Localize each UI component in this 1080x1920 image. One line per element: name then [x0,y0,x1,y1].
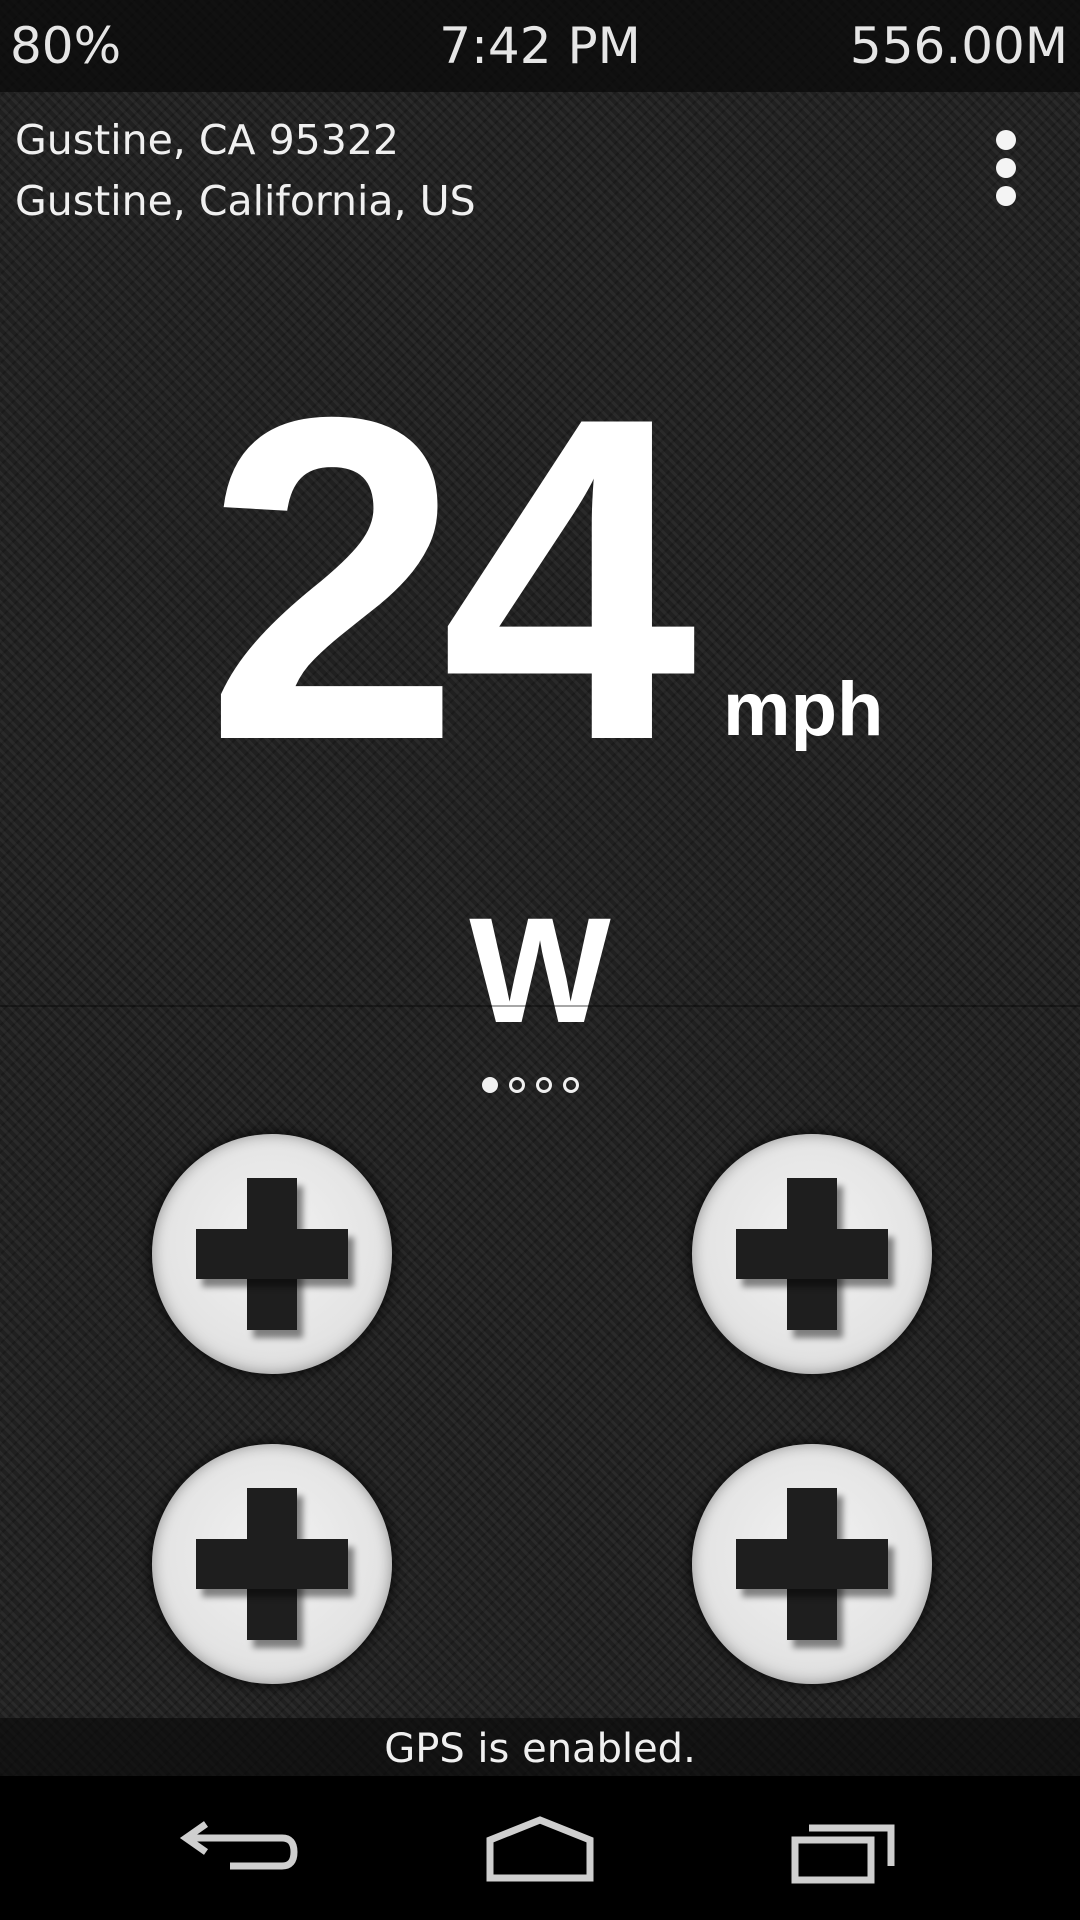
menu-dot [996,130,1016,150]
back-icon[interactable] [170,1798,310,1898]
navigation-bar [0,1776,1080,1920]
page-indicator [480,1075,600,1099]
gps-status-bar: GPS is enabled. [0,1718,1080,1776]
memory-usage: 556.00M [849,17,1068,75]
plus-icon-bar [736,1229,888,1279]
speedometer-screen: 80% 7:42 PM 556.00M Gustine, CA 95322 Gu… [0,0,1080,1920]
divider [0,1005,1080,1007]
overflow-menu-icon[interactable] [984,124,1028,220]
status-bar: 80% 7:42 PM 556.00M [0,0,1080,92]
heading-direction: W [469,886,611,1054]
location-info: Gustine, CA 95322 Gustine, California, U… [15,110,915,232]
page-dot [563,1077,579,1093]
speed-unit: mph [723,667,884,752]
menu-dot [996,158,1016,178]
location-line-1: Gustine, CA 95322 [15,116,399,164]
speed-value: 24 [205,323,697,836]
location-line-2: Gustine, California, US [15,177,476,225]
page-dot [536,1077,552,1093]
plus-icon-bar [196,1229,348,1279]
gps-status-text: GPS is enabled. [384,1726,696,1772]
add-widget-button[interactable] [692,1444,932,1684]
page-dot-active [482,1077,498,1093]
plus-icon-bar [736,1539,888,1589]
speed-display: 24 mph [0,350,1080,810]
add-widget-button[interactable] [152,1134,392,1374]
add-widget-button[interactable] [692,1134,932,1374]
add-widget-button[interactable] [152,1444,392,1684]
plus-icon-bar [196,1539,348,1589]
menu-dot [996,186,1016,206]
recent-apps-icon[interactable] [775,1798,915,1898]
page-dot [509,1077,525,1093]
home-icon[interactable] [470,1798,610,1898]
